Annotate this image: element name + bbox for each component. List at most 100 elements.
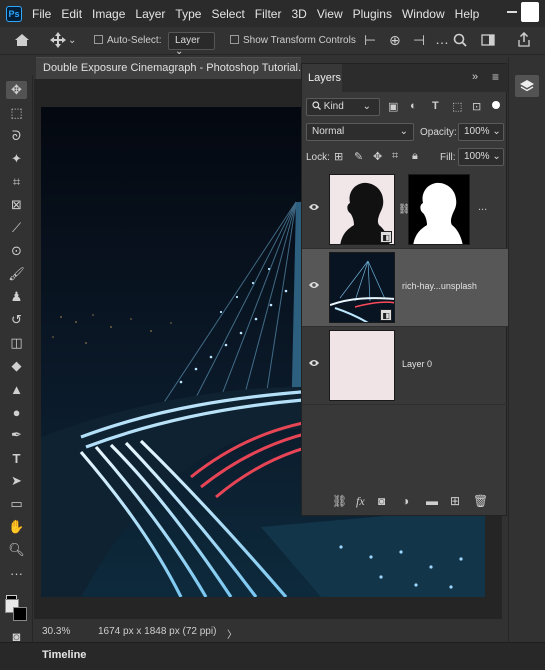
minimize-icon[interactable] xyxy=(506,6,518,18)
show-transform-checkbox[interactable]: Show Transform Controls xyxy=(230,35,356,46)
checkbox-icon[interactable] xyxy=(230,35,239,44)
smart-object-filter-icon[interactable]: ⊡ xyxy=(472,100,481,113)
pen-tool-icon[interactable]: ✒ xyxy=(6,426,27,444)
layer-name[interactable]: rich-hay...unsplash xyxy=(402,281,477,291)
menu-file[interactable]: File xyxy=(32,7,51,21)
layer-target-dropdown[interactable]: Layer ⌄ xyxy=(168,32,215,57)
more-tools-icon[interactable]: ··· xyxy=(6,564,27,582)
photoshop-logo[interactable]: Ps xyxy=(6,5,22,22)
magic-wand-icon[interactable]: ✦ xyxy=(6,150,27,168)
blend-mode-dropdown[interactable]: Normal ⌄ xyxy=(306,123,414,141)
fx-icon[interactable]: fx xyxy=(356,494,365,509)
trash-icon[interactable]: 🗑︎ xyxy=(473,494,488,508)
layers-panel-footer: ⛓ fx ◙ ◑ ▬ ⊞ 🗑︎ xyxy=(302,489,508,515)
crop-tool-icon[interactable]: ⌗ xyxy=(6,173,27,191)
eye-icon[interactable] xyxy=(308,358,320,370)
clone-stamp-icon[interactable]: ♟ xyxy=(6,288,27,306)
document-tab[interactable]: Double Exposure Cinemagraph - Photoshop … xyxy=(36,57,319,79)
type-tool-icon[interactable]: T xyxy=(6,449,27,467)
menu-help[interactable]: Help xyxy=(455,7,480,21)
status-arrow-icon[interactable]: 〉 xyxy=(227,626,237,641)
marquee-tool-icon[interactable]: ⬚ xyxy=(6,104,27,122)
layer-row-photo[interactable]: ◧ rich-hay...unsplash xyxy=(302,249,508,327)
link-layers-icon[interactable]: ⛓ xyxy=(332,494,347,508)
menu-select[interactable]: Select xyxy=(211,7,244,21)
mask-silhouette xyxy=(413,182,463,244)
align-right-icon[interactable]: ⊣ xyxy=(413,32,425,49)
shape-filter-icon[interactable]: ⬚ xyxy=(452,100,462,113)
share-icon[interactable] xyxy=(517,32,531,48)
panel-menu-icon[interactable]: ≡ xyxy=(492,70,499,84)
path-selection-icon[interactable]: ➤ xyxy=(6,472,27,490)
chevron-down-icon[interactable]: ⌄ xyxy=(68,35,76,46)
align-left-icon[interactable]: ⊢ xyxy=(364,32,376,49)
layer-thumbnail[interactable]: ◧ xyxy=(329,252,395,323)
hand-tool-icon[interactable]: ✋ xyxy=(6,518,27,536)
layer-thumbnail[interactable] xyxy=(329,330,395,401)
window-control-icon[interactable] xyxy=(521,2,539,22)
adjustment-layer-icon[interactable]: ◑ xyxy=(402,494,409,508)
layer-name[interactable]: Layer 0 xyxy=(402,359,432,369)
more-icon[interactable]: … xyxy=(435,31,449,47)
background-color-swatch[interactable] xyxy=(13,607,27,621)
opacity-field[interactable]: 100% ⌄ xyxy=(458,123,504,141)
adjustment-filter-icon[interactable]: ◐ xyxy=(410,100,417,112)
history-brush-icon[interactable]: ↺ xyxy=(6,311,27,329)
move-tool-icon[interactable]: ✥ xyxy=(6,81,27,99)
layers-tab[interactable]: Layers xyxy=(302,64,342,92)
home-icon[interactable] xyxy=(14,33,30,47)
menu-3d[interactable]: 3D xyxy=(291,7,306,21)
search-icon[interactable] xyxy=(453,33,467,47)
eyedropper-icon[interactable]: ⟋ xyxy=(6,219,27,237)
align-center-icon[interactable]: ⊕ xyxy=(389,32,401,49)
layers-icon[interactable] xyxy=(515,75,539,97)
lock-artboard-icon[interactable]: ⌗ xyxy=(392,150,398,163)
brush-tool-icon[interactable]: 🖌 xyxy=(6,265,27,283)
rectangle-tool-icon[interactable]: ▭ xyxy=(6,495,27,513)
lock-image-icon[interactable]: ✎ xyxy=(354,150,363,163)
eye-icon[interactable] xyxy=(308,202,320,214)
filter-toggle-icon[interactable] xyxy=(492,101,500,109)
healing-brush-icon[interactable]: ⊙ xyxy=(6,242,27,260)
blur-tool-icon[interactable]: ▲ xyxy=(6,380,27,398)
menu-edit[interactable]: Edit xyxy=(61,7,82,21)
menu-image[interactable]: Image xyxy=(92,7,125,21)
workspace-icon[interactable] xyxy=(481,33,495,47)
collapse-icon[interactable]: » xyxy=(472,71,478,83)
zoom-level[interactable]: 30.3% xyxy=(42,626,70,637)
dodge-tool-icon[interactable]: ● xyxy=(6,403,27,421)
lock-transparent-icon[interactable]: ⊞ xyxy=(334,150,343,163)
lasso-tool-icon[interactable]: ᘐ xyxy=(6,127,27,145)
eye-icon[interactable] xyxy=(308,280,320,292)
frame-tool-icon[interactable]: ⊠ xyxy=(6,196,27,214)
timeline-tab[interactable]: Timeline xyxy=(34,647,94,663)
filter-kind-dropdown[interactable]: Kind ⌄ xyxy=(306,98,380,116)
type-filter-icon[interactable]: T xyxy=(432,100,439,112)
paint-bucket-icon[interactable]: ◆ xyxy=(6,357,27,375)
move-tool-icon[interactable] xyxy=(50,32,66,48)
image-filter-icon[interactable]: ▣ xyxy=(388,100,398,113)
layer-row-layer-0[interactable]: Layer 0 xyxy=(302,327,508,405)
menu-view[interactable]: View xyxy=(317,7,343,21)
menu-type[interactable]: Type xyxy=(175,7,201,21)
menu-plugins[interactable]: Plugins xyxy=(353,7,392,21)
layer-thumbnail[interactable]: ◧ xyxy=(329,174,395,245)
lock-position-icon[interactable]: ✥ xyxy=(373,150,382,163)
zoom-tool-icon[interactable]: 🔍︎ xyxy=(6,541,27,559)
opacity-label: Opacity: xyxy=(420,127,457,138)
new-group-icon[interactable]: ▬ xyxy=(426,494,438,508)
add-mask-icon[interactable]: ◙ xyxy=(378,494,385,508)
checkbox-icon[interactable] xyxy=(94,35,103,44)
menu-window[interactable]: Window xyxy=(402,7,445,21)
auto-select-checkbox[interactable]: Auto-Select: xyxy=(94,35,161,46)
eraser-icon[interactable]: ◫ xyxy=(6,334,27,352)
layer-mask-thumbnail[interactable] xyxy=(408,174,470,245)
search-icon xyxy=(312,101,321,110)
smart-object-badge-icon: ◧ xyxy=(380,231,392,243)
fill-field[interactable]: 100% ⌄ xyxy=(458,148,504,166)
lock-all-icon[interactable]: 🔒︎ xyxy=(412,150,418,163)
layer-row-silhouette[interactable]: ◧ ⛓ ... xyxy=(302,171,508,249)
menu-layer[interactable]: Layer xyxy=(135,7,165,21)
new-layer-icon[interactable]: ⊞ xyxy=(450,494,460,508)
menu-filter[interactable]: Filter xyxy=(255,7,282,21)
